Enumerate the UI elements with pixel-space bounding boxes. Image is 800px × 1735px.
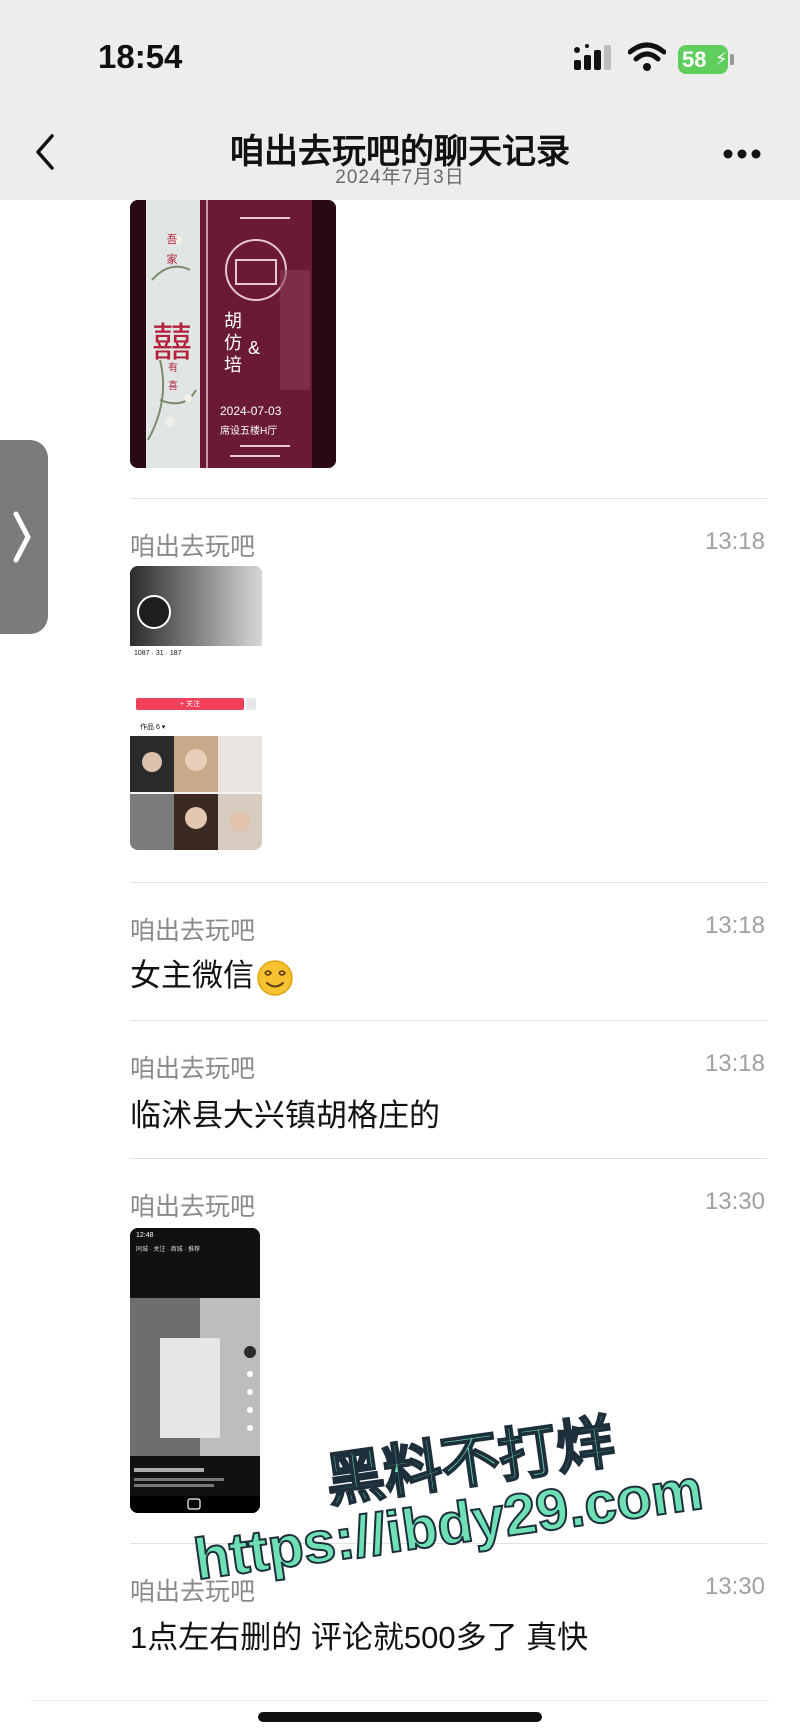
message-text: 临沭县大兴镇胡格庄的 [130,1098,440,1133]
status-time: 18:54 [98,38,183,75]
message-time: 13:30 [704,1573,765,1600]
message-sender: 咱出去玩吧 [130,1055,256,1083]
video-screenshot-image[interactable]: 12:48 同城 · 关注 · 商城 · 推荐 [130,1228,260,1513]
profile-follow-button: + 关注 [180,701,201,708]
battery-level: 58 [682,47,707,72]
message-text: 1点左右删的 评论就500多了 真快 [130,1620,589,1655]
message-sender: 咱出去玩吧 [130,917,256,945]
message-time: 13:30 [704,1188,765,1215]
message-time: 13:18 [704,528,765,555]
message-sender: 咱出去玩吧 [130,1193,256,1221]
wedding-venue: 席设五楼H厅 [220,426,278,437]
battery-indicator: 58 ⚡ [678,45,728,74]
message-divider [130,1020,767,1021]
message-time: 13:18 [704,912,765,939]
wedding-joy-text: 有喜 [168,363,178,392]
side-panel-handle[interactable] [0,440,48,634]
wedding-poster-image[interactable]: 吾家 囍 有喜 胡仿培 & 2024-07-03 席设五楼H厅 [130,200,336,468]
video-screenshot-art [130,1228,260,1513]
bottom-divider [30,1700,770,1701]
profile-works-tab: 作品 6 ▾ [140,724,166,731]
message-time: 13:18 [704,1050,765,1077]
watermark-url: https://ibdy29.com [189,1456,707,1594]
battery-cap [730,54,734,65]
message-divider [130,1543,767,1544]
message-sender: 咱出去玩吧 [130,1578,256,1606]
video-status-time: 12:48 [136,1232,154,1239]
wedding-family-text: 吾家 [166,234,178,266]
chat-header: 咱出去玩吧的聊天记录 2024年7月3日 [0,110,800,200]
more-options-icon[interactable] [722,148,762,160]
message-sender: 咱出去玩吧 [130,533,256,561]
message-text-content: 女主微信 [130,958,254,993]
cellular-signal-icon [574,44,611,70]
couple-ampersand: & [248,338,261,358]
message-text: 女主微信 [130,950,294,997]
watermark-overlay: 黑料不打烊 https://ibdy29.com [189,1408,750,1615]
message-divider [130,882,767,883]
home-indicator[interactable] [258,1712,542,1722]
wifi-icon [628,42,666,71]
chevron-right-icon [13,511,31,563]
charging-bolt-icon: ⚡ [715,49,728,69]
dizzy-smile-emoji-icon [257,960,293,996]
message-divider [130,1158,767,1159]
chat-date: 2024年7月3日 [335,167,465,188]
video-top-tabs: 同城 · 关注 · 商城 · 推荐 [136,1247,200,1253]
watermark-text: 黑料不打烊 [321,1408,619,1515]
status-bar: 18:54 58 ⚡ [0,0,800,110]
profile-screenshot-image[interactable]: 1087 · 31 · 187 + 关注 作品 6 ▾ [130,566,262,850]
profile-stats: 1087 · 31 · 187 [134,650,182,657]
couple-names: 胡仿培 [224,311,242,375]
wedding-date: 2024-07-03 [220,404,282,418]
message-divider [130,498,767,499]
